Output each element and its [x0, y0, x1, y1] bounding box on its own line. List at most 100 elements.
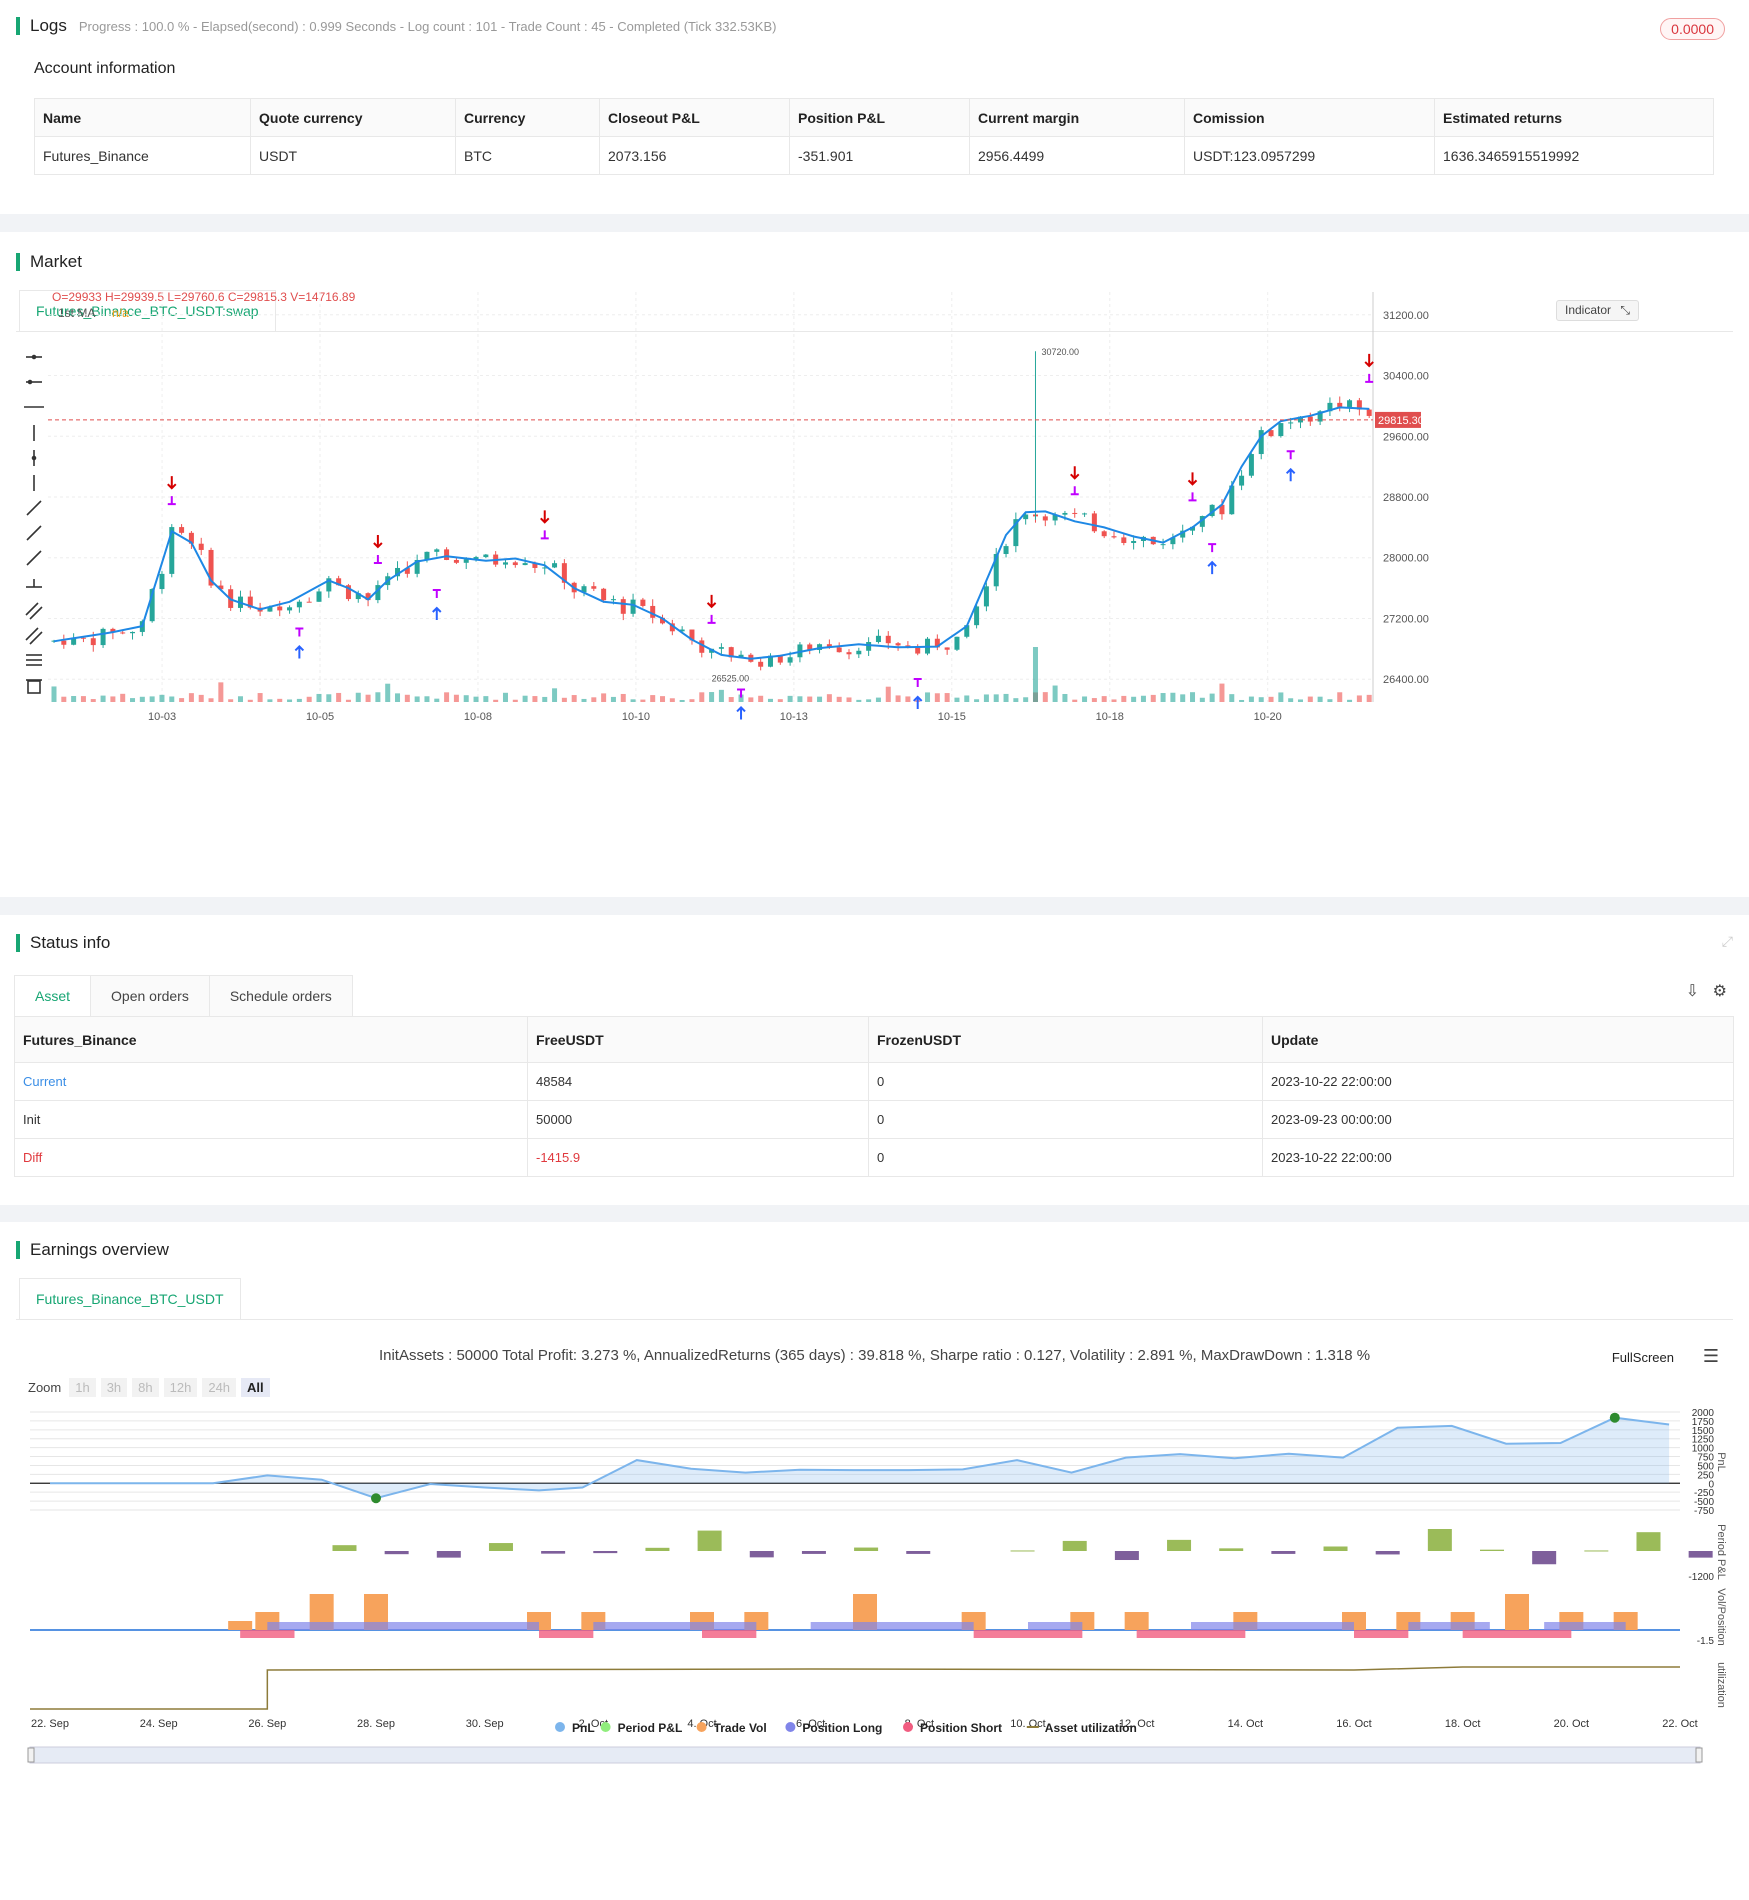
trash-icon[interactable]: [26, 679, 42, 694]
horizontal-line-tool-icon[interactable]: [26, 354, 42, 360]
period-pnl-bar: [1062, 1540, 1087, 1551]
x-axis-label: 18. Oct: [1445, 1718, 1480, 1730]
volume-bar: [1101, 696, 1107, 702]
candle: [453, 559, 459, 563]
volume-bar: [1032, 647, 1038, 702]
close-signal-icon: [540, 530, 549, 540]
parallel-channel-tool-icon[interactable]: [25, 602, 43, 620]
short-signal-arrow-icon: [1364, 353, 1374, 368]
navigator-track: [29, 1746, 1701, 1764]
zoom-all-button[interactable]: All: [241, 1378, 270, 1397]
candle: [758, 661, 764, 667]
long-signal-arrow-icon: [912, 695, 923, 709]
cell: 0: [868, 1100, 1263, 1139]
volume-bar: [1160, 693, 1166, 702]
close-signal-icon: [913, 677, 922, 687]
x-tick-label: 10-13: [780, 711, 808, 723]
period-pnl-bar: [1532, 1551, 1557, 1565]
volume-bar: [453, 694, 459, 702]
download-icon[interactable]: ⇩: [1686, 981, 1699, 1001]
volume-bar: [287, 699, 293, 702]
axis-title: utilization: [1715, 1662, 1727, 1708]
period-pnl-bar: [1167, 1539, 1192, 1551]
horizontal-ray-tool-icon[interactable]: [26, 379, 42, 385]
candlestick-chart[interactable]: 31200.00 30400.00 29600.00 28800.00 28000.00…: [48, 282, 1738, 727]
ray-tool-icon[interactable]: [26, 525, 42, 541]
earnings-chart[interactable]: 200017501500125010007505002500-250-500-7…: [0, 1402, 1749, 1900]
volume-bar: [414, 696, 420, 702]
candle: [895, 643, 901, 646]
segment-tool-icon[interactable]: [26, 550, 42, 566]
position-long-bar: [1028, 1622, 1083, 1630]
tab-open-orders[interactable]: Open orders: [90, 975, 210, 1017]
x-tick-label: 10-18: [1096, 711, 1124, 723]
volume-bar: [218, 682, 224, 702]
y-tick-label: 30400.00: [1383, 371, 1429, 383]
x-axis-label: 10. Oct: [1010, 1718, 1045, 1730]
zoom-1h-button[interactable]: 1h: [69, 1378, 96, 1397]
volume-bar: [493, 699, 499, 702]
fib-tool-icon[interactable]: [25, 627, 43, 645]
long-signal-arrow-icon: [1285, 467, 1296, 482]
x-tick-label: 10-03: [148, 711, 176, 723]
section-marker: [16, 934, 20, 952]
price-tag-label: 29815.30: [1378, 415, 1424, 427]
zoom-24h-button[interactable]: 24h: [202, 1378, 237, 1397]
volume-bar: [758, 695, 764, 702]
market-panel: Market Futures_Binance_BTC_USDT:swap O=2…: [0, 232, 1749, 897]
volume-bar: [502, 692, 508, 702]
tab-asset[interactable]: Asset: [14, 975, 92, 1017]
volume-bar: [591, 697, 597, 702]
tab-earnings-symbol[interactable]: Futures_Binance_BTC_USDT: [19, 1278, 241, 1319]
candle: [159, 573, 165, 590]
x-axis-label: 20. Oct: [1554, 1718, 1589, 1730]
x-axis-label: 30. Sep: [466, 1718, 504, 1730]
tab-schedule-orders[interactable]: Schedule orders: [208, 975, 353, 1017]
logs-panel: Logs Progress : 100.0 % - Elapsed(second…: [0, 0, 1749, 214]
trend-line-tool-icon[interactable]: [26, 500, 42, 516]
volume-bar: [650, 695, 656, 702]
x-axis-label: 26. Sep: [248, 1718, 286, 1730]
volume-bar: [787, 695, 793, 702]
col-header: Name: [34, 98, 251, 137]
y-tick-label: 27200.00: [1383, 613, 1429, 625]
price-label-tool-icon[interactable]: [26, 579, 42, 588]
menu-icon[interactable]: ☰: [1703, 1346, 1719, 1367]
period-pnl-bar: [436, 1551, 461, 1558]
volume-bar: [1229, 694, 1235, 702]
gear-icon[interactable]: ⚙: [1713, 981, 1727, 1001]
legend-swatch: [785, 1722, 796, 1732]
x-tick-label: 10-05: [306, 711, 334, 723]
volume-bar: [630, 699, 636, 702]
cell: BTC: [455, 136, 600, 175]
zoom-8h-button[interactable]: 8h: [132, 1378, 159, 1397]
volume-bar: [169, 696, 175, 702]
volume-bar: [1013, 698, 1019, 702]
candle: [61, 640, 67, 645]
logs-header: Logs Progress : 100.0 % - Elapsed(second…: [16, 16, 776, 36]
min-marker: [371, 1493, 381, 1504]
zoom-3h-button[interactable]: 3h: [100, 1378, 128, 1397]
volume-bar: [748, 697, 754, 702]
volume-bar: [983, 694, 989, 702]
account-table: Name Quote currency Currency Closeout P&…: [34, 98, 1714, 175]
legend-item: Position Long: [802, 1721, 882, 1735]
close-signal-icon: [295, 627, 304, 637]
row-label: Init: [14, 1100, 528, 1139]
zoom-12h-button[interactable]: 12h: [163, 1378, 198, 1397]
vertical-ray-tool-icon[interactable]: [31, 450, 37, 466]
col-header: FreeUSDT: [527, 1016, 869, 1063]
volume-bar: [610, 696, 616, 702]
account-header-row: Name Quote currency Currency Closeout P&…: [34, 98, 1714, 137]
x-axis-label: 28. Sep: [357, 1718, 395, 1730]
x-tick-label: 10-10: [622, 711, 650, 723]
expand-icon[interactable]: ⤢: [1722, 933, 1733, 950]
period-pnl-bar: [854, 1547, 879, 1551]
volume-bar: [130, 698, 136, 702]
fullscreen-button[interactable]: FullScreen: [1612, 1350, 1674, 1365]
profit-badge: 0.0000: [1660, 18, 1725, 40]
candle: [502, 562, 508, 565]
col-header: FrozenUSDT: [868, 1016, 1263, 1063]
volume-bar: [905, 696, 911, 702]
fib-retracement-tool-icon[interactable]: [26, 654, 42, 666]
